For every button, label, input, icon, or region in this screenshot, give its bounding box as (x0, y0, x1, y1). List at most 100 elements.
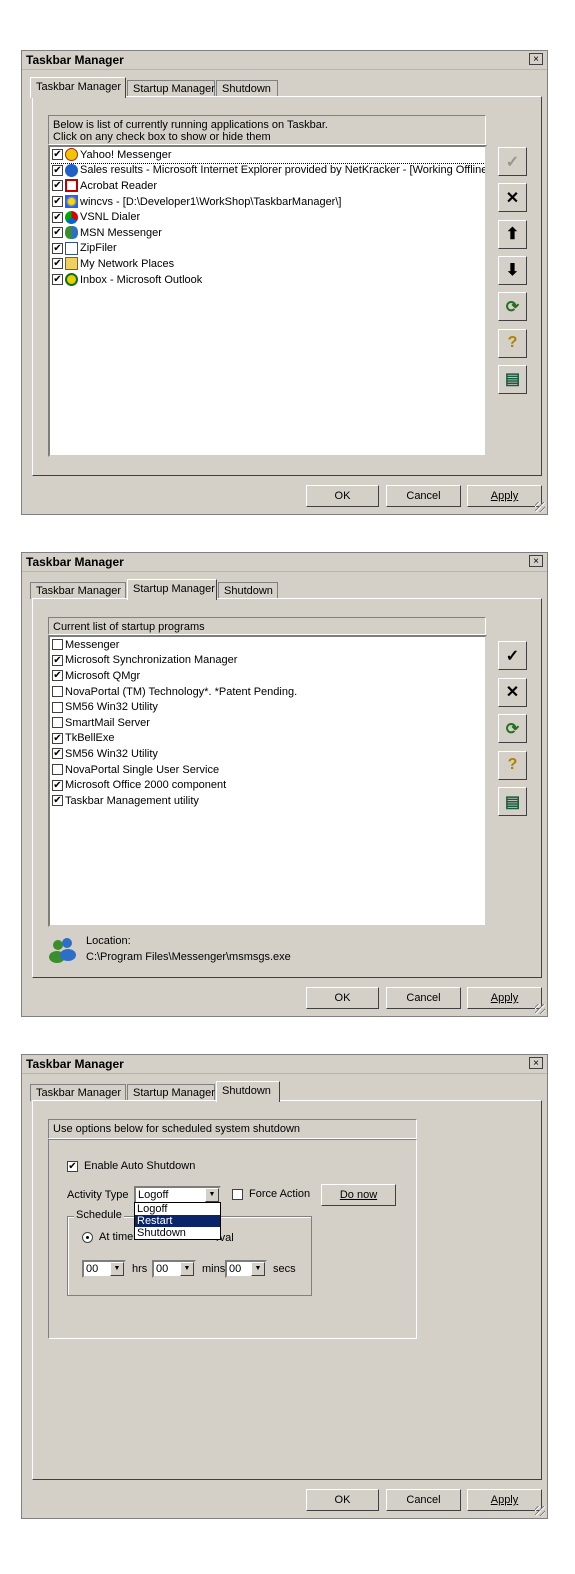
tab-shutdown[interactable]: Shutdown (216, 80, 278, 97)
help-button[interactable]: ? (498, 328, 527, 358)
tab-startup-manager[interactable]: Startup Manager (127, 579, 217, 600)
item-checkbox[interactable]: ✔ (52, 242, 63, 254)
chevron-down-icon[interactable]: ▼ (205, 1188, 219, 1202)
chevron-down-icon[interactable]: ▼ (180, 1262, 194, 1276)
tab-taskbar-manager[interactable]: Taskbar Manager (30, 582, 126, 599)
ok-button[interactable]: OK (306, 987, 379, 1009)
item-checkbox[interactable]: ✔ (52, 732, 63, 744)
item-checkbox[interactable]: ✔ (52, 748, 63, 760)
tab-taskbar-manager[interactable]: Taskbar Manager (30, 1084, 126, 1101)
grid-button[interactable]: ▤ (498, 364, 527, 394)
startup-program-item[interactable]: ✔ SM56 Win32 Utility (50, 746, 485, 762)
running-app-item[interactable]: ✔ ZipFiler (50, 241, 485, 257)
startup-program-item[interactable]: Messenger (50, 637, 485, 653)
resize-grip[interactable] (535, 502, 545, 512)
startup-program-item[interactable]: ✔ Taskbar Management utility (50, 793, 485, 809)
running-app-item[interactable]: ✔ Yahoo! Messenger (50, 147, 485, 164)
item-checkbox[interactable]: ✔ (52, 258, 63, 270)
close-button[interactable]: × (529, 53, 543, 65)
checkmark-button[interactable]: ✓ (498, 147, 527, 176)
activity-option[interactable]: Restart (135, 1215, 220, 1227)
resize-grip[interactable] (535, 1004, 545, 1014)
chevron-down-icon[interactable]: ▼ (251, 1262, 265, 1276)
enable-auto-shutdown-checkbox[interactable]: ✔ (67, 1160, 78, 1172)
title-bar[interactable]: Taskbar Manager × (22, 553, 547, 572)
minutes-select[interactable]: 00 ▼ (152, 1260, 196, 1278)
running-app-item[interactable]: ✔ Inbox - Microsoft Outlook (50, 272, 485, 288)
cancel-button[interactable]: Cancel (386, 1489, 461, 1511)
item-checkbox[interactable]: ✔ (52, 211, 63, 223)
tab-startup-manager[interactable]: Startup Manager (127, 80, 215, 97)
startup-program-item[interactable]: ✔ Microsoft Office 2000 component (50, 777, 485, 793)
force-action-checkbox[interactable] (232, 1188, 243, 1200)
enable-auto-shutdown[interactable]: ✔ Enable Auto Shutdown (67, 1160, 195, 1172)
arrow-down-button[interactable]: ⬇ (498, 255, 527, 285)
item-checkbox[interactable]: ✔ (52, 164, 63, 176)
item-checkbox[interactable] (52, 701, 63, 713)
close-button[interactable]: ✕ (498, 183, 527, 213)
item-checkbox[interactable] (52, 764, 63, 776)
item-checkbox[interactable] (52, 639, 63, 651)
apply-button[interactable]: Apply (467, 1489, 542, 1511)
tab-shutdown[interactable]: Shutdown (218, 582, 278, 599)
close-button[interactable]: ✕ (498, 677, 527, 707)
item-checkbox[interactable]: ✔ (52, 795, 63, 807)
chevron-down-icon[interactable]: ▼ (110, 1262, 124, 1276)
running-app-item[interactable]: ✔ My Network Places (50, 256, 485, 272)
tab-shutdown[interactable]: Shutdown (216, 1081, 280, 1102)
resize-grip[interactable] (535, 1506, 545, 1516)
item-checkbox[interactable]: ✔ (52, 274, 63, 286)
running-app-item[interactable]: ✔ Acrobat Reader (50, 178, 485, 194)
item-checkbox[interactable]: ✔ (52, 227, 63, 239)
running-app-item[interactable]: ✔ Sales results - Microsoft Internet Expl… (50, 163, 485, 179)
grid-button[interactable]: ▤ (498, 787, 527, 816)
item-checkbox[interactable] (52, 717, 63, 729)
cancel-button[interactable]: Cancel (386, 987, 461, 1009)
force-action[interactable]: Force Action (232, 1188, 310, 1200)
title-bar[interactable]: Taskbar Manager × (22, 51, 547, 70)
at-time-radio[interactable] (82, 1231, 93, 1243)
item-checkbox[interactable]: ✔ (52, 149, 63, 161)
refresh-button[interactable]: ⟳ (498, 714, 527, 743)
apply-button[interactable]: Apply (467, 987, 542, 1009)
cancel-button[interactable]: Cancel (386, 485, 461, 507)
startup-program-item[interactable]: SmartMail Server (50, 715, 485, 731)
startup-program-item[interactable]: ✔ TkBellExe (50, 731, 485, 747)
startup-program-item[interactable]: ✔ Microsoft QMgr (50, 668, 485, 684)
apply-button[interactable]: Apply (467, 485, 542, 507)
startup-program-item[interactable]: NovaPortal Single User Service (50, 762, 485, 778)
startup-program-item[interactable]: SM56 Win32 Utility (50, 699, 485, 715)
running-app-item[interactable]: ✔ MSN Messenger (50, 225, 485, 241)
running-apps-list[interactable]: ✔ Yahoo! Messenger ✔ Sales results - Micros… (48, 145, 487, 457)
startup-program-item[interactable]: ✔ Microsoft Synchronization Manager (50, 653, 485, 669)
activity-option[interactable]: Shutdown (135, 1227, 220, 1239)
ok-button[interactable]: OK (306, 485, 379, 507)
item-checkbox[interactable]: ✔ (52, 654, 63, 666)
close-button[interactable]: × (529, 555, 543, 567)
arrow-up-button[interactable]: ⬆ (498, 219, 527, 249)
item-checkbox[interactable]: ✔ (52, 196, 63, 208)
running-app-item[interactable]: ✔ wincvs - [D:\Developer1\WorkShop\Taskba… (50, 194, 485, 210)
item-checkbox[interactable]: ✔ (52, 670, 63, 682)
tab-startup-manager[interactable]: Startup Manager (127, 1084, 215, 1101)
refresh-button[interactable]: ⟳ (498, 292, 527, 322)
item-checkbox[interactable] (52, 686, 63, 698)
do-now-button[interactable]: Do now (321, 1184, 396, 1206)
seconds-select[interactable]: 00 ▼ (225, 1260, 267, 1278)
item-label: SM56 Win32 Utility (65, 701, 158, 714)
startup-program-item[interactable]: NovaPortal (TM) Technology*. *Patent Pen… (50, 684, 485, 700)
help-button[interactable]: ? (498, 750, 527, 780)
item-checkbox[interactable]: ✔ (52, 779, 63, 791)
activity-type-dropdown[interactable]: Logoff Restart Shutdown (134, 1202, 221, 1240)
activity-option[interactable]: Logoff (135, 1203, 220, 1215)
title-bar[interactable]: Taskbar Manager × (22, 1055, 547, 1074)
tab-taskbar-manager[interactable]: Taskbar Manager (30, 77, 126, 98)
close-button[interactable]: × (529, 1057, 543, 1069)
ok-button[interactable]: OK (306, 1489, 379, 1511)
startup-programs-list[interactable]: Messenger ✔ Microsoft Synchronization Mana… (48, 635, 487, 927)
item-checkbox[interactable]: ✔ (52, 180, 63, 192)
at-time-option[interactable]: At time (82, 1231, 133, 1243)
hours-select[interactable]: 00 ▼ (82, 1260, 126, 1278)
checkmark-button[interactable]: ✓ (498, 641, 527, 670)
running-app-item[interactable]: ✔ VSNL Dialer (50, 209, 485, 225)
